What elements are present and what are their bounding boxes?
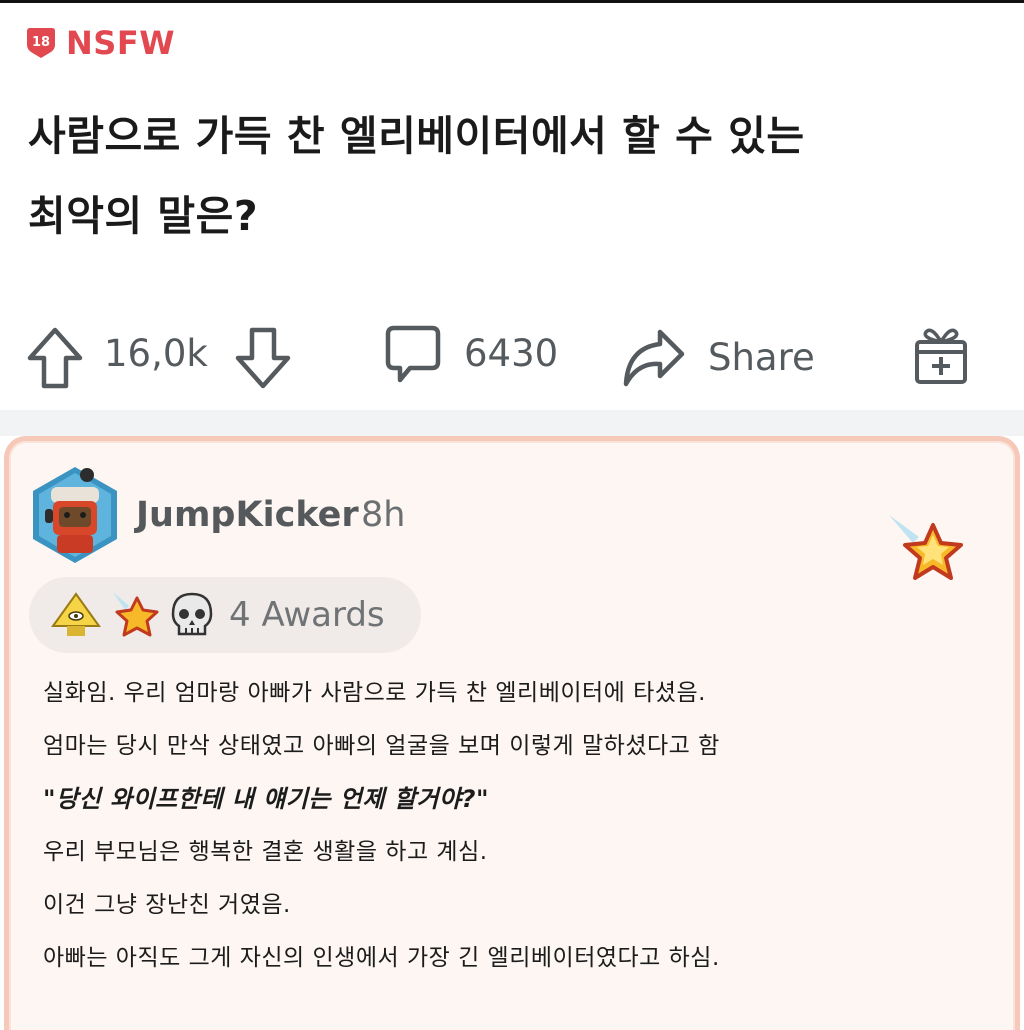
section-separator — [0, 410, 1024, 436]
post-action-bar: 16,0k 6430 Share — [0, 318, 1024, 398]
comment-card: JumpKicker 8h 4 Awards 실화임. 우리 엄마랑 아빠가 사… — [4, 436, 1020, 1030]
upvote-icon — [27, 327, 83, 389]
comment-line: 이건 그냥 장난친 거였음. — [43, 892, 291, 918]
share-icon — [623, 329, 685, 387]
skull-award-icon — [171, 592, 213, 636]
comment-username[interactable]: JumpKicker — [136, 495, 359, 535]
post-title: 사람으로 가득 찬 엘리베이터에서 할 수 있는 최악의 말은? — [28, 96, 988, 256]
nsfw-label: NSFW — [66, 24, 175, 62]
upvote-button[interactable] — [26, 326, 84, 390]
comment-line: 우리 부모님은 행복한 결혼 생활을 하고 계심. — [43, 839, 488, 865]
nsfw-tag: 18 NSFW — [22, 24, 175, 62]
comment-button[interactable] — [384, 324, 442, 386]
post-title-line-1: 사람으로 가득 찬 엘리베이터에서 할 수 있는 — [28, 112, 805, 160]
comment-quote-line: "당신 와이프한테 내 얘기는 언제 할거야?" — [43, 785, 489, 813]
nsfw-badge-number: 18 — [32, 35, 50, 50]
gift-award-button[interactable] — [912, 324, 970, 386]
downvote-icon — [235, 327, 291, 389]
awards-count-label: 4 Awards — [229, 595, 385, 635]
comment-line: 아빠는 아직도 그게 자신의 인생에서 가장 긴 엘리베이터였다고 하심. — [43, 945, 720, 971]
star-award-icon — [113, 592, 159, 637]
share-button[interactable]: Share — [622, 326, 815, 388]
comment-line: 엄마는 당시 만삭 상태였고 아빠의 얼굴을 보며 이렇게 말하셨다고 함 — [43, 733, 720, 759]
gift-icon — [915, 328, 967, 384]
share-label: Share — [708, 335, 815, 379]
comment-line: 실화임. 우리 엄마랑 아빠가 사람으로 가득 찬 엘리베이터에 타셨음. — [43, 680, 706, 706]
vote-score: 16,0k — [104, 332, 208, 375]
pyramid-award-icon — [51, 592, 101, 636]
post-title-line-2: 최악의 말은? — [28, 192, 259, 240]
falling-star-icon — [889, 515, 963, 580]
downvote-button[interactable] — [234, 326, 292, 390]
nsfw-18-badge-icon: 18 — [27, 28, 55, 58]
comment-icon — [385, 325, 441, 383]
user-avatar[interactable] — [29, 465, 121, 565]
awards-pill[interactable]: 4 Awards — [29, 577, 421, 653]
comment-timestamp: 8h — [361, 495, 406, 535]
comment-body: 실화임. 우리 엄마랑 아빠가 사람으로 가득 찬 엘리베이터에 타셨음. 엄마… — [43, 667, 1003, 985]
top-border — [0, 0, 1024, 3]
comment-count: 6430 — [464, 332, 559, 375]
